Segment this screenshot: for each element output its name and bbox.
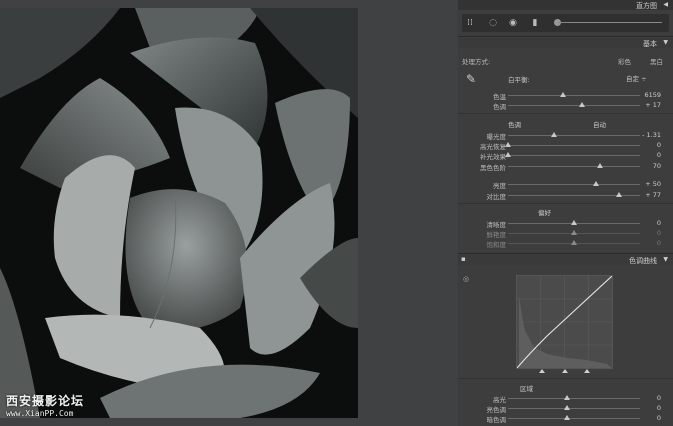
highlights-slider-knob[interactable]	[564, 395, 571, 400]
curve-split-shadows-handle[interactable]	[539, 369, 545, 373]
watermark: 西安摄影论坛 www.XianPP.Com	[6, 392, 84, 418]
targeted-adjustment-icon[interactable]: ▪	[461, 255, 466, 263]
contrast-label: 对比度	[486, 193, 507, 201]
saturation-slider-knob[interactable]	[571, 240, 577, 245]
clarity-slider-knob[interactable]	[571, 220, 577, 225]
temp-value[interactable]: 6159	[644, 91, 661, 99]
photo-canvas-area: 西安摄影论坛 www.XianPP.Com	[0, 0, 457, 426]
darks-label: 暗色调	[486, 416, 507, 424]
highlights-slider[interactable]	[508, 398, 640, 399]
spot-removal-icon[interactable]: ◌	[488, 18, 498, 28]
crop-overlay-icon[interactable]: ⁞⁞	[465, 18, 475, 28]
vibrance-slider-knob[interactable]	[571, 230, 577, 235]
lights-slider-knob[interactable]	[564, 405, 571, 410]
lights-label: 亮色调	[486, 406, 507, 414]
highlights-label: 高光	[493, 396, 506, 404]
histogram-title: 直方图	[636, 2, 657, 10]
recovery-slider[interactable]	[508, 145, 640, 146]
vibrance-label: 鲜艳度	[486, 231, 507, 239]
tool-strip: ⁞⁞ ◌ ◉ ▮	[462, 14, 669, 32]
brightness-label: 亮度	[493, 182, 506, 190]
exposure-label: 曝光度	[486, 133, 507, 141]
curve-split-midtones-handle[interactable]	[562, 369, 568, 373]
tone-curve-graph[interactable]	[516, 275, 613, 369]
brightness-slider[interactable]	[508, 184, 640, 185]
brightness-value[interactable]: + 50	[645, 180, 661, 188]
collapse-left-icon[interactable]: ◀	[663, 1, 668, 8]
succulent-photo	[0, 8, 358, 418]
darks-value[interactable]: 0	[657, 414, 661, 422]
vibrance-value[interactable]: 0	[657, 229, 661, 237]
recovery-label: 高光恢复	[480, 143, 506, 151]
tint-value[interactable]: + 17	[645, 101, 661, 109]
saturation-value[interactable]: 0	[657, 239, 661, 247]
photo-preview	[0, 8, 358, 418]
blacks-slider[interactable]	[508, 166, 640, 167]
tint-slider[interactable]	[508, 105, 640, 106]
highlights-value[interactable]: 0	[657, 394, 661, 402]
contrast-slider-knob[interactable]	[615, 192, 622, 197]
tint-slider-knob[interactable]	[578, 102, 585, 107]
darks-slider-knob[interactable]	[564, 415, 571, 420]
lights-slider[interactable]	[508, 408, 640, 409]
brightness-slider-knob[interactable]	[593, 181, 600, 186]
blacks-slider-knob[interactable]	[597, 163, 604, 168]
basic-header[interactable]: 基本 ▼	[458, 38, 673, 48]
watermark-title: 西安摄影论坛	[6, 394, 85, 408]
saturation-label: 饱和度	[486, 241, 507, 249]
wb-eyedropper-icon[interactable]: ✎	[466, 72, 476, 86]
recovery-slider-knob[interactable]	[505, 142, 511, 147]
red-eye-icon[interactable]: ◉	[508, 18, 518, 28]
tone-section-label: 色调	[508, 121, 521, 129]
tone-curve-title: 色调曲线	[629, 257, 657, 265]
expand-down-icon[interactable]: ▼	[663, 256, 668, 263]
histogram-header[interactable]: 直方图 ◀	[458, 0, 673, 10]
tool-slider-track[interactable]	[558, 22, 662, 23]
fill-light-slider-knob[interactable]	[505, 152, 511, 157]
exposure-slider[interactable]	[508, 135, 640, 136]
lights-value[interactable]: 0	[657, 404, 661, 412]
darks-slider[interactable]	[508, 418, 640, 419]
fill-light-label: 补光效果	[480, 153, 506, 161]
temp-slider-knob[interactable]	[560, 92, 567, 97]
expand-down-icon[interactable]: ▼	[663, 39, 668, 46]
exposure-slider-knob[interactable]	[551, 132, 558, 137]
blacks-label: 黑色色阶	[480, 164, 506, 172]
presence-section-label: 偏好	[538, 209, 551, 217]
tone-curve-header[interactable]: ▪ 色调曲线 ▼	[458, 255, 673, 265]
graduated-filter-icon[interactable]: ▮	[530, 18, 540, 28]
contrast-value[interactable]: + 77	[645, 191, 661, 199]
fill-light-slider[interactable]	[508, 155, 640, 156]
temp-label: 色温	[493, 93, 506, 101]
temp-slider[interactable]	[508, 95, 640, 96]
wb-preset-select[interactable]: 自定 ÷	[626, 73, 647, 83]
develop-right-panel: 直方图 ◀ ⁞⁞ ◌ ◉ ▮ 基本 ▼ 处理方式: 彩色 黑白 ✎ 白平衡: 自…	[458, 0, 673, 426]
clarity-label: 清晰度	[486, 221, 507, 229]
curve-split-highlights-handle[interactable]	[584, 369, 590, 373]
clarity-value[interactable]: 0	[657, 219, 661, 227]
treatment-bw-option[interactable]: 黑白	[650, 56, 663, 66]
recovery-value[interactable]: 0	[657, 141, 661, 149]
treatment-color-option[interactable]: 彩色	[618, 56, 631, 66]
curve-target-icon[interactable]: ◎	[463, 275, 469, 283]
watermark-url: www.XianPP.Com	[6, 409, 74, 418]
region-section-label: 区域	[520, 385, 533, 393]
wb-label: 白平衡:	[508, 76, 530, 84]
fill-light-value[interactable]: 0	[657, 151, 661, 159]
tint-label: 色调	[493, 103, 506, 111]
basic-title: 基本	[643, 40, 657, 48]
auto-tone-button[interactable]: 自动	[593, 119, 606, 129]
treatment-label: 处理方式:	[462, 58, 491, 66]
blacks-value[interactable]: 70	[653, 162, 661, 170]
exposure-value[interactable]: - 1.31	[642, 131, 661, 139]
